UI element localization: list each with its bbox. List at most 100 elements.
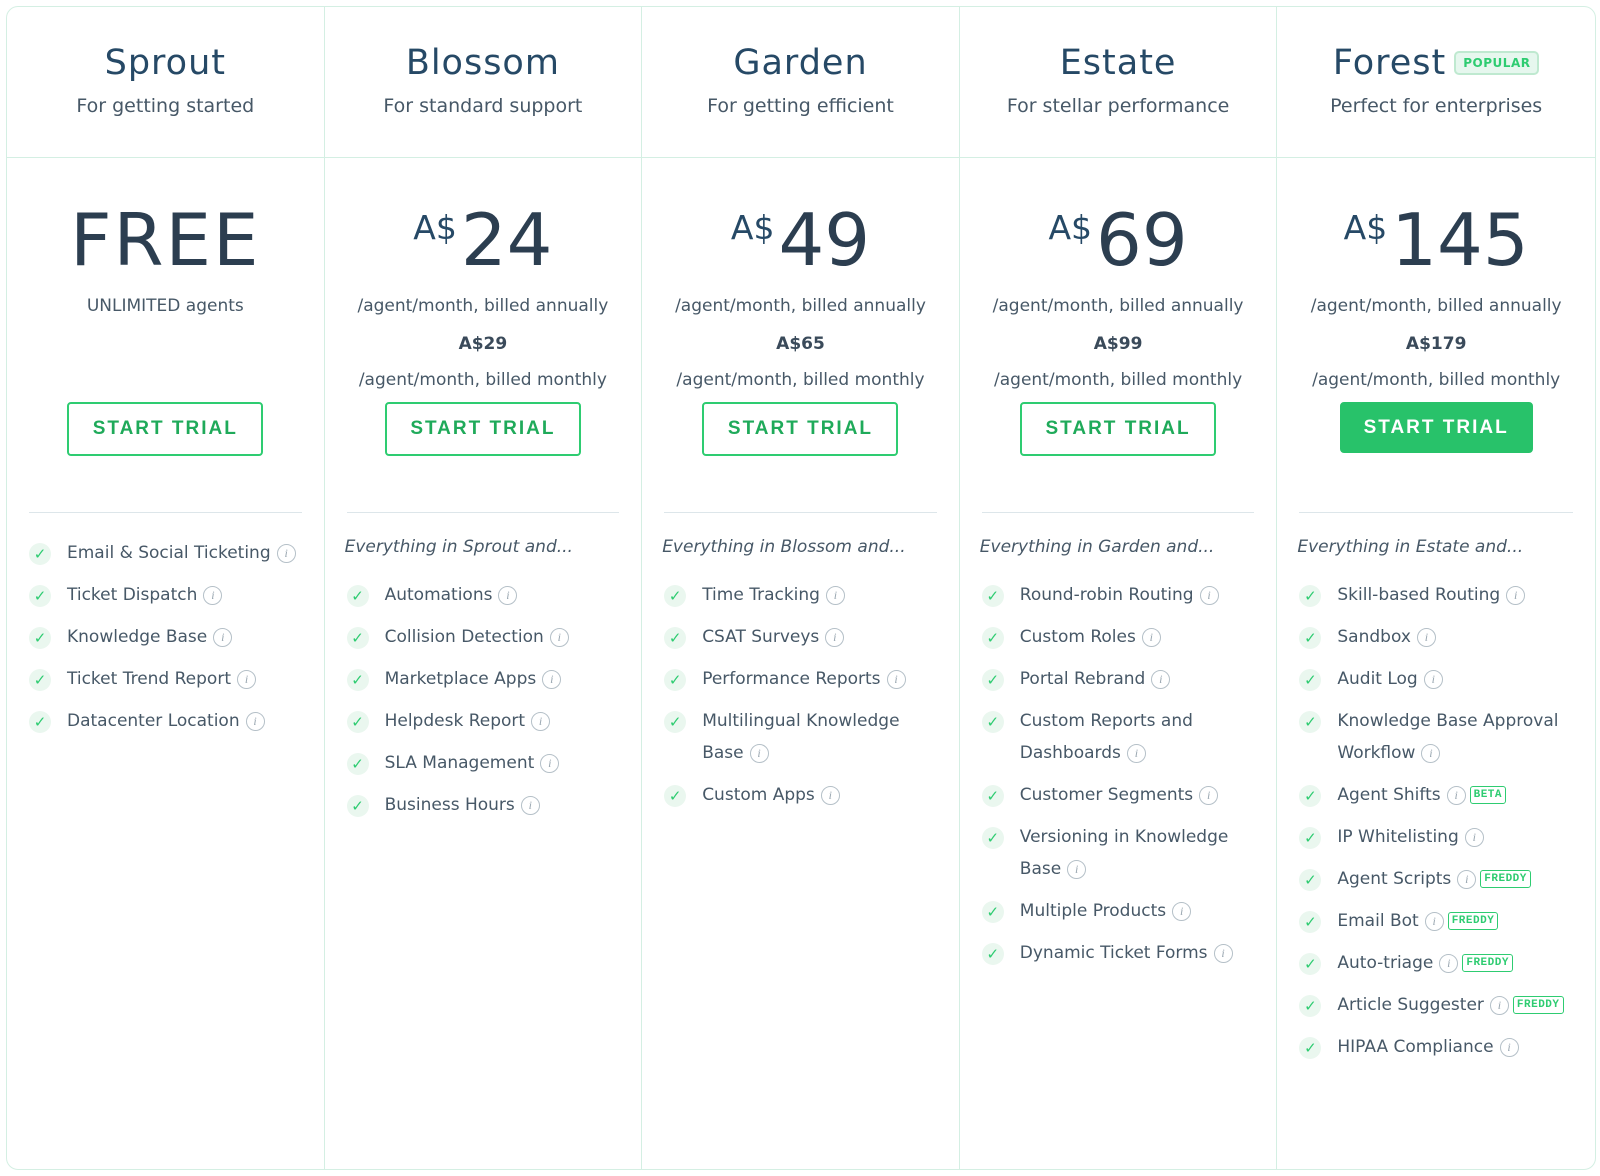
divider xyxy=(664,512,937,513)
check-icon: ✓ xyxy=(29,543,51,565)
feature-item: ✓ Sandbox i xyxy=(1299,621,1575,653)
info-icon[interactable]: i xyxy=(1151,669,1171,689)
check-icon: ✓ xyxy=(346,585,369,607)
check-icon: ✓ xyxy=(1299,827,1322,849)
check-icon: ✓ xyxy=(981,943,1004,965)
feature-label: Multilingual Knowledge Base xyxy=(702,711,900,763)
check-icon: ✓ xyxy=(981,901,1004,923)
billing-note-monthly: /agent/month, billed monthly xyxy=(358,370,607,390)
check-icon: ✓ xyxy=(1299,995,1322,1017)
feature-item: ✓ Auto-triage i FREDDY xyxy=(1299,947,1575,979)
info-icon[interactable]: i xyxy=(825,585,845,605)
info-icon[interactable]: i xyxy=(1213,943,1233,963)
feature-list: ✓ Email & Social Ticketing i ✓ Ticket Dispat… xyxy=(7,513,324,737)
plan-name: Forest xyxy=(1332,43,1447,83)
feature-item: ✓ Custom Apps i xyxy=(664,779,939,811)
check-icon: ✓ xyxy=(981,827,1004,849)
info-icon[interactable]: i xyxy=(1464,827,1484,847)
start-trial-button[interactable]: START TRIAL xyxy=(1020,402,1217,456)
info-icon[interactable]: i xyxy=(542,669,562,689)
info-icon[interactable]: i xyxy=(1199,785,1219,805)
check-icon: ✓ xyxy=(29,711,51,733)
features-intro: Everything in Garden and... xyxy=(979,537,1215,557)
divider xyxy=(1299,512,1573,513)
info-icon[interactable]: i xyxy=(825,627,845,647)
feature-label: SLA Management xyxy=(384,753,535,773)
feature-item: ✓ Agent Scripts i FREDDY xyxy=(1299,863,1575,895)
start-trial-button[interactable]: START TRIAL xyxy=(702,402,899,456)
feature-label: Ticket Trend Report xyxy=(67,669,231,689)
price-amount: 145 xyxy=(1391,198,1529,282)
divider xyxy=(346,512,620,513)
plan-name: Sprout xyxy=(104,43,226,83)
feature-item: ✓ Custom Reports and Dashboards i xyxy=(981,705,1257,769)
feature-label: Auto-triage xyxy=(1337,953,1434,973)
info-icon[interactable]: i xyxy=(1126,743,1146,763)
plan-header: Forest POPULAR Perfect for enterprises xyxy=(1277,7,1595,158)
info-icon[interactable]: i xyxy=(749,743,769,763)
feature-item: ✓ Knowledge Base Approval Workflow i xyxy=(1299,705,1575,769)
check-icon: ✓ xyxy=(981,785,1004,807)
plan-tagline: For standard support xyxy=(383,95,583,117)
check-icon: ✓ xyxy=(664,627,687,649)
info-icon[interactable]: i xyxy=(886,669,906,689)
feature-item: ✓ Performance Reports i xyxy=(664,663,939,695)
info-icon[interactable]: i xyxy=(1439,953,1459,973)
feature-item: ✓ Ticket Trend Report i xyxy=(29,663,304,695)
plan-tagline: For getting started xyxy=(76,95,255,117)
info-icon[interactable]: i xyxy=(203,585,223,605)
price-currency: A$ xyxy=(730,208,775,247)
info-icon[interactable]: i xyxy=(1499,1037,1519,1057)
info-icon[interactable]: i xyxy=(1199,585,1219,605)
info-icon[interactable]: i xyxy=(820,785,840,805)
billing-note-monthly: /agent/month, billed monthly xyxy=(676,370,925,390)
info-icon[interactable]: i xyxy=(498,585,518,605)
feature-label: Customer Segments xyxy=(1019,785,1194,805)
check-icon: ✓ xyxy=(1299,627,1322,649)
info-icon[interactable]: i xyxy=(1506,585,1526,605)
feature-item: ✓ Skill-based Routing i xyxy=(1299,579,1575,611)
feature-label: Collision Detection xyxy=(384,627,544,647)
plan-column-garden: Garden For getting efficient A$ 49 /agen… xyxy=(642,7,960,1169)
start-trial-button[interactable]: START TRIAL xyxy=(67,402,264,456)
info-icon[interactable]: i xyxy=(245,711,265,731)
feature-item: ✓ Agent Shifts i BETA xyxy=(1299,779,1575,811)
info-icon[interactable]: i xyxy=(1421,743,1441,763)
feature-label: Helpdesk Report xyxy=(384,711,526,731)
info-icon[interactable]: i xyxy=(1446,785,1466,805)
features-intro: Everything in Estate and... xyxy=(1297,537,1524,557)
check-icon: ✓ xyxy=(1299,711,1322,733)
feature-label: Audit Log xyxy=(1337,669,1418,689)
info-icon[interactable]: i xyxy=(549,627,569,647)
feature-label: Knowledge Base Approval Workflow xyxy=(1337,711,1559,763)
info-icon[interactable]: i xyxy=(236,669,256,689)
info-icon[interactable]: i xyxy=(1423,669,1443,689)
info-icon[interactable]: i xyxy=(213,627,233,647)
plan-name: Estate xyxy=(1059,43,1177,83)
features-intro: Everything in Blossom and... xyxy=(662,537,906,557)
price-area: A$ 69 /agent/month, billed annually A$99… xyxy=(960,158,1277,402)
info-icon[interactable]: i xyxy=(520,795,540,815)
info-icon[interactable]: i xyxy=(1457,869,1477,889)
info-icon[interactable]: i xyxy=(1489,995,1509,1015)
start-trial-button[interactable]: START TRIAL xyxy=(1339,402,1533,453)
start-trial-button[interactable]: START TRIAL xyxy=(384,402,581,456)
info-icon[interactable]: i xyxy=(1172,901,1192,921)
check-icon: ✓ xyxy=(1299,669,1322,691)
plan-tagline: For stellar performance xyxy=(1006,95,1230,117)
info-icon[interactable]: i xyxy=(1141,627,1161,647)
info-icon[interactable]: i xyxy=(1416,627,1436,647)
pricing-table: Sprout For getting started FREE UNLIMITE… xyxy=(6,6,1596,1170)
price-currency: A$ xyxy=(413,208,457,247)
check-icon: ✓ xyxy=(346,669,369,691)
check-icon: ✓ xyxy=(1299,1037,1322,1059)
info-icon[interactable]: i xyxy=(1067,859,1087,879)
feature-label: Custom Reports and Dashboards xyxy=(1019,711,1193,763)
feature-label: Knowledge Base xyxy=(67,627,208,647)
info-icon[interactable]: i xyxy=(531,711,551,731)
info-icon[interactable]: i xyxy=(1424,911,1444,931)
check-icon: ✓ xyxy=(981,669,1004,691)
info-icon[interactable]: i xyxy=(540,753,560,773)
info-icon[interactable]: i xyxy=(276,543,296,563)
price-area: A$ 24 /agent/month, billed annually A$29… xyxy=(325,158,642,402)
